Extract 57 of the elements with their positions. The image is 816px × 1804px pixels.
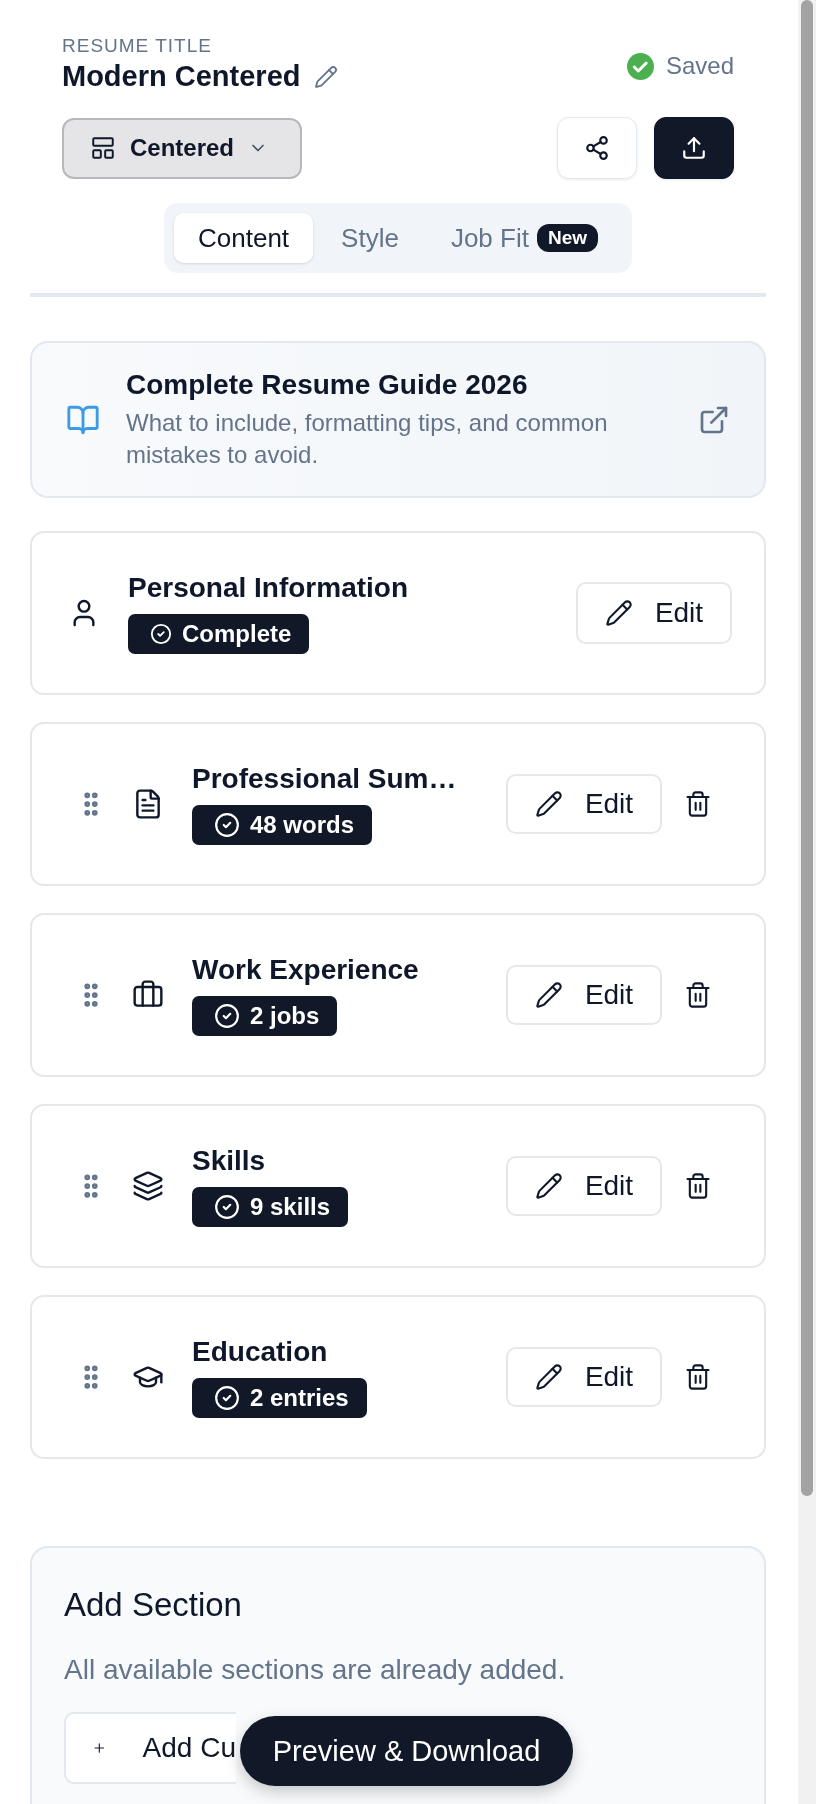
edit-button[interactable]: Edit bbox=[506, 965, 662, 1025]
tab[interactable]: Job Fit New bbox=[426, 213, 622, 263]
status-badge: 48 words bbox=[192, 805, 373, 845]
check-circle-icon bbox=[626, 52, 654, 80]
section-title: Professional Sum… bbox=[192, 763, 457, 795]
saved-status: Saved bbox=[665, 52, 734, 80]
tab[interactable]: Content bbox=[174, 213, 314, 263]
resume-title: Modern Centered bbox=[62, 60, 301, 93]
check-circle-icon bbox=[214, 1194, 240, 1220]
check-circle-icon bbox=[214, 1385, 240, 1411]
pencil-icon bbox=[534, 981, 563, 1009]
edit-button[interactable]: Edit bbox=[506, 1347, 662, 1407]
trash-icon bbox=[684, 1363, 712, 1391]
status-badge: Complete bbox=[128, 614, 310, 654]
share-button[interactable] bbox=[557, 117, 637, 179]
section-title: Education bbox=[192, 1336, 328, 1368]
trash-icon bbox=[684, 1172, 712, 1200]
trash-icon bbox=[684, 790, 712, 818]
add-custom-section-button[interactable]: Add Cu bbox=[64, 1712, 236, 1784]
check-circle-icon bbox=[214, 1003, 240, 1029]
trash-icon bbox=[684, 981, 712, 1009]
pencil-icon bbox=[534, 1363, 563, 1391]
edit-button[interactable]: Edit bbox=[506, 774, 662, 834]
status-badge: 2 jobs bbox=[192, 996, 338, 1036]
pencil-icon bbox=[534, 1172, 563, 1200]
pencil-icon bbox=[604, 599, 633, 627]
edit-button[interactable]: Edit bbox=[576, 582, 732, 644]
check-circle-icon bbox=[214, 812, 240, 838]
status-badge: 2 entries bbox=[192, 1378, 367, 1418]
scrollbar[interactable] bbox=[798, 0, 816, 1804]
add-section-note: All available sections are already added. bbox=[64, 1654, 567, 1686]
layout-icon bbox=[90, 135, 116, 161]
upload-icon bbox=[681, 135, 707, 161]
export-button[interactable] bbox=[654, 117, 734, 179]
preview-download-button[interactable]: Preview & Download bbox=[240, 1716, 573, 1786]
edit-button[interactable]: Edit bbox=[506, 1156, 662, 1216]
delete-button[interactable] bbox=[684, 1172, 712, 1200]
resume-title-label: RESUME TITLE bbox=[62, 36, 213, 56]
section-title: Skills bbox=[192, 1145, 266, 1177]
section-title: Work Experience bbox=[192, 954, 419, 986]
section-title: Personal Information bbox=[128, 572, 409, 604]
share-icon bbox=[584, 135, 610, 161]
check-circle-icon bbox=[150, 623, 172, 645]
status-badge: 9 skills bbox=[192, 1187, 349, 1227]
delete-button[interactable] bbox=[684, 1363, 712, 1391]
delete-button[interactable] bbox=[684, 981, 712, 1009]
guide-title: Complete Resume Guide 2026 bbox=[126, 368, 529, 401]
pencil-icon bbox=[534, 790, 563, 818]
add-section-title: Add Section bbox=[64, 1586, 243, 1624]
new-badge: New bbox=[536, 224, 598, 252]
layers-icon bbox=[132, 1170, 164, 1202]
layout-select[interactable]: Centered bbox=[62, 117, 302, 179]
delete-button[interactable] bbox=[684, 790, 712, 818]
guide-card[interactable]: Complete Resume Guide 2026 What to include, formatting tips, and common mistakes to avoid. bbox=[30, 341, 766, 498]
tab[interactable]: Style bbox=[317, 213, 423, 263]
pencil-icon[interactable] bbox=[314, 64, 339, 89]
guide-description: What to include, formatting tips, and common mistakes to avoid. bbox=[126, 407, 609, 470]
